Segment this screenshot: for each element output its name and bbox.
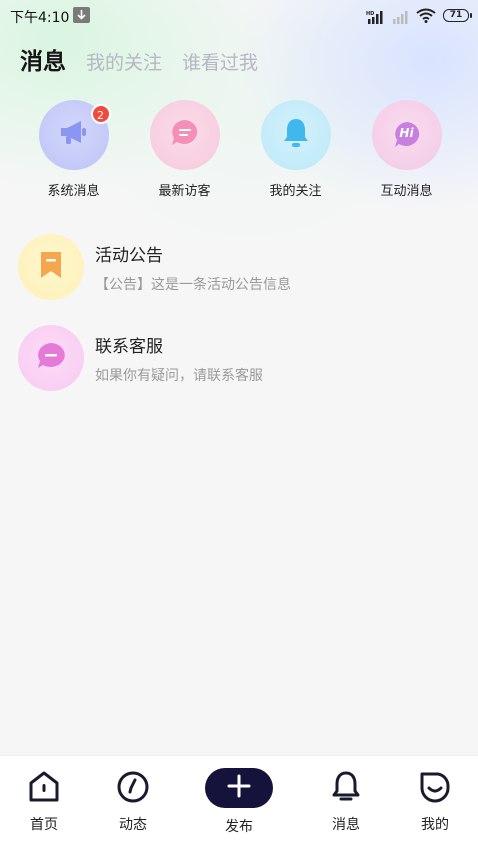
my-follows-label: 我的关注 — [269, 184, 322, 199]
nav-publish-label: 发布 — [225, 819, 253, 835]
message-icon — [35, 341, 67, 375]
bottom-nav: 首页 动态 发布 消息 我的 — [0, 755, 478, 851]
status-time: 下午4:10 — [10, 10, 70, 26]
nav-messages-label: 消息 — [332, 817, 360, 833]
message-bell-icon — [329, 770, 363, 808]
plus-icon — [227, 774, 251, 802]
activity-notice-title: 活动公告 — [95, 245, 163, 266]
message-tabs: 消息 我的关注 谁看过我 — [20, 42, 278, 76]
nav-home[interactable]: 首页 — [9, 770, 79, 834]
message-list: 活动公告 【公告】这是一条活动公告信息 联系客服 如果你有疑问，请联系客服 — [18, 232, 468, 414]
tab-my-follows[interactable]: 我的关注 — [86, 48, 162, 75]
tab-who-viewed-me[interactable]: 谁看过我 — [182, 48, 258, 75]
nav-profile[interactable]: 我的 — [400, 770, 470, 834]
nav-publish[interactable]: 发布 — [204, 768, 274, 836]
quick-actions: 2 系统消息 最新访客 我的关注 Hi 互动消息 — [18, 100, 462, 199]
list-item-activity-notice[interactable]: 活动公告 【公告】这是一条活动公告信息 — [18, 232, 468, 302]
nav-home-label: 首页 — [30, 817, 58, 833]
activity-notice-circle — [18, 234, 84, 300]
system-messages-label: 系统消息 — [47, 184, 100, 199]
interaction-messages-circle: Hi — [371, 100, 442, 170]
latest-visitors-label: 最新访客 — [158, 184, 211, 199]
download-notification-icon — [73, 7, 90, 23]
chat-bubble-icon — [169, 118, 201, 152]
my-follows-circle — [260, 100, 331, 170]
system-messages-button[interactable]: 2 系统消息 — [18, 100, 129, 199]
home-icon — [27, 770, 61, 808]
megaphone-icon — [57, 119, 91, 151]
latest-visitors-button[interactable]: 最新访客 — [129, 100, 240, 199]
status-bar: 下午4:10 HD 71 — [0, 0, 478, 32]
wifi-icon — [416, 8, 436, 27]
latest-visitors-circle — [149, 100, 220, 170]
nav-feed-label: 动态 — [119, 817, 147, 833]
system-messages-circle: 2 — [38, 100, 111, 170]
customer-service-title: 联系客服 — [95, 336, 163, 357]
nav-feed[interactable]: 动态 — [98, 770, 168, 834]
hi-bubble-icon: Hi — [392, 120, 422, 150]
bookmark-icon — [38, 250, 64, 284]
bell-icon — [281, 117, 311, 153]
my-follows-button[interactable]: 我的关注 — [240, 100, 351, 199]
system-messages-badge: 2 — [90, 104, 111, 124]
interaction-messages-label: 互动消息 — [380, 184, 433, 199]
nav-messages[interactable]: 消息 — [311, 770, 381, 834]
profile-icon — [418, 770, 452, 808]
list-item-customer-service[interactable]: 联系客服 如果你有疑问，请联系客服 — [18, 323, 468, 393]
signal-hd-icon: HD — [366, 9, 386, 28]
compass-icon — [116, 770, 150, 808]
hi-bubble-text: Hi — [399, 126, 414, 140]
customer-service-subtitle: 如果你有疑问，请联系客服 — [95, 367, 263, 384]
nav-profile-label: 我的 — [421, 817, 449, 833]
signal-weak-icon — [391, 9, 411, 28]
network-label-text: HD — [366, 11, 374, 17]
publish-button[interactable] — [205, 768, 273, 808]
tab-messages[interactable]: 消息 — [20, 42, 66, 76]
interaction-messages-button[interactable]: Hi 互动消息 — [351, 100, 462, 199]
battery-icon: 71 — [443, 9, 472, 22]
customer-service-circle — [18, 325, 84, 391]
activity-notice-subtitle: 【公告】这是一条活动公告信息 — [95, 276, 291, 293]
